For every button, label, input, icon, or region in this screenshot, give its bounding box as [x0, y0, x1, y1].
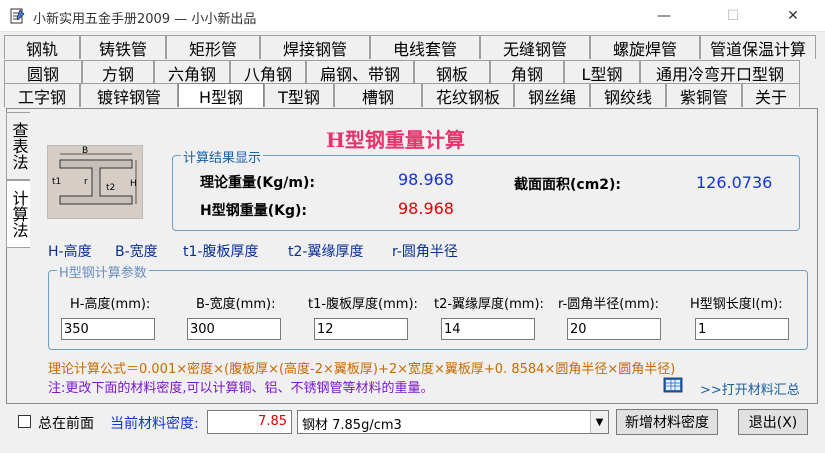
chevron-down-icon[interactable]: ▼	[590, 411, 608, 433]
always-on-top-checkbox[interactable]	[18, 415, 31, 428]
side-tab-calculate[interactable]: 计算法	[6, 180, 30, 248]
flange-thickness-input[interactable]	[441, 318, 535, 340]
window-title: 小新实用五金手册2009 — 小小新出品	[33, 12, 257, 27]
note-text: 注:更改下面的材料密度,可以计算铜、铝、不锈钢管等材料的重量。	[48, 381, 434, 396]
side-tabs: 查表法 计算法	[6, 112, 32, 248]
tab-round-bar[interactable]: 圆钢	[4, 60, 82, 84]
dim-h-label: H	[130, 179, 137, 189]
tab-oct-bar[interactable]: 八角钢	[230, 60, 306, 84]
total-weight-label: H型钢重量(Kg):	[200, 203, 307, 219]
tab-hex-bar[interactable]: 六角钢	[154, 60, 230, 84]
width-input[interactable]	[187, 318, 281, 340]
add-density-button[interactable]: 新增材料密度	[616, 409, 718, 435]
dim-r-label: r	[84, 177, 88, 187]
notepad-icon	[10, 8, 25, 24]
tab-l-steel[interactable]: L型钢	[564, 60, 640, 84]
always-on-top-label[interactable]: 总在前面	[38, 413, 94, 433]
legend-t2: t2-翼缘厚度	[288, 244, 364, 260]
legend-t1: t1-腹板厚度	[183, 244, 259, 260]
tab-angle-steel[interactable]: 角钢	[490, 60, 564, 84]
param-label-length: H型钢长度l(m):	[690, 297, 783, 312]
param-label-web: t1-腹板厚度(mm):	[308, 297, 418, 312]
spreadsheet-icon[interactable]	[663, 377, 683, 393]
exit-button[interactable]: 退出(X)	[738, 409, 808, 435]
legend-r: r-圆角半径	[392, 244, 458, 260]
dim-b-label: B	[82, 146, 88, 156]
param-label-radius: r-圆角半径(mm):	[558, 297, 660, 312]
minimize-button[interactable]: —	[641, 0, 687, 32]
web-thickness-input[interactable]	[314, 318, 408, 340]
length-input[interactable]	[695, 318, 789, 340]
param-label-height: H-高度(mm):	[70, 297, 151, 312]
param-label-width: B-宽度(mm):	[196, 297, 276, 312]
material-select-value: 钢材 7.85g/cm3	[302, 418, 402, 433]
legend-b: B-宽度	[115, 244, 158, 260]
page-title: H型钢重量计算	[326, 128, 465, 152]
tab-cold-formed[interactable]: 通用冷弯开口型钢	[640, 60, 800, 84]
tab-cast-iron-pipe[interactable]: 铸铁管	[80, 35, 166, 59]
tab-t-steel[interactable]: T型钢	[264, 83, 334, 107]
radius-input[interactable]	[567, 318, 661, 340]
formula-text: 理论计算公式＝0.001×密度×(腹板厚×(高度-2×翼板厚)+2×宽度×翼板厚…	[48, 362, 676, 377]
param-label-flange: t2-翼缘厚度(mm):	[434, 297, 544, 312]
tab-copper-pipe[interactable]: 紫铜管	[666, 83, 742, 107]
tab-rect-tube[interactable]: 矩形管	[166, 35, 260, 59]
tab-conduit[interactable]: 电线套管	[370, 35, 480, 59]
open-material-summary-link[interactable]: >>打开材料汇总	[700, 379, 800, 398]
tab-row-2: 圆钢 方钢 六角钢 八角钢 扁钢、带钢 钢板 角钢 L型钢 通用冷弯开口型钢	[4, 60, 800, 84]
area-label: 截面面积(cm2):	[514, 177, 622, 193]
tab-wire-rope[interactable]: 钢丝绳	[514, 83, 590, 107]
tab-pipe-insulation[interactable]: 管道保温计算	[700, 35, 816, 59]
theory-weight-value: 98.968	[398, 170, 454, 189]
tab-spiral-pipe[interactable]: 螺旋焊管	[590, 35, 700, 59]
height-input[interactable]	[61, 318, 155, 340]
tab-h-beam[interactable]: H型钢	[178, 83, 264, 107]
tab-seamless-pipe[interactable]: 无缝钢管	[480, 35, 590, 59]
tab-rail[interactable]: 钢轨	[4, 35, 80, 59]
tab-welded-pipe[interactable]: 焊接钢管	[260, 35, 370, 59]
area-value: 126.0736	[696, 173, 773, 192]
maximize-button[interactable]: ☐	[710, 0, 756, 32]
close-button[interactable]: ✕	[770, 0, 816, 32]
tab-strand[interactable]: 钢绞线	[590, 83, 666, 107]
tab-galvanized-pipe[interactable]: 镀锌钢管	[80, 83, 178, 107]
dim-t2-label: t2	[106, 183, 115, 193]
legend-h: H-高度	[48, 244, 92, 260]
density-label: 当前材料密度:	[110, 416, 199, 432]
tab-row-1: 钢轨 铸铁管 矩形管 焊接钢管 电线套管 无缝钢管 螺旋焊管 管道保温计算	[4, 35, 816, 59]
tab-checkered-plate[interactable]: 花纹钢板	[422, 83, 514, 107]
density-field[interactable]: 7.85	[207, 410, 292, 434]
theory-weight-label: 理论重量(Kg/m):	[200, 175, 315, 191]
total-weight-value: 98.968	[398, 199, 454, 218]
results-group-title: 计算结果显示	[181, 147, 264, 166]
tab-about[interactable]: 关于	[742, 83, 800, 107]
params-group-title: H型钢计算参数	[57, 262, 149, 281]
material-select[interactable]: 钢材 7.85g/cm3 ▼	[297, 410, 609, 434]
title-bar: 小新实用五金手册2009 — 小小新出品 — ☐ ✕	[0, 0, 825, 32]
tab-square-bar[interactable]: 方钢	[82, 60, 154, 84]
tab-steel-plate[interactable]: 钢板	[414, 60, 490, 84]
dim-t1-label: t1	[52, 177, 61, 187]
tab-flat-bar[interactable]: 扁钢、带钢	[306, 60, 414, 84]
h-beam-diagram: B H t1 t2 r	[47, 145, 143, 219]
side-tab-lookup[interactable]: 查表法	[6, 112, 30, 180]
tab-i-beam[interactable]: 工字钢	[4, 83, 80, 107]
tab-channel[interactable]: 槽钢	[334, 83, 422, 107]
tab-row-3: 工字钢 镀锌钢管 H型钢 T型钢 槽钢 花纹钢板 钢丝绳 钢绞线 紫铜管 关于	[4, 83, 800, 107]
